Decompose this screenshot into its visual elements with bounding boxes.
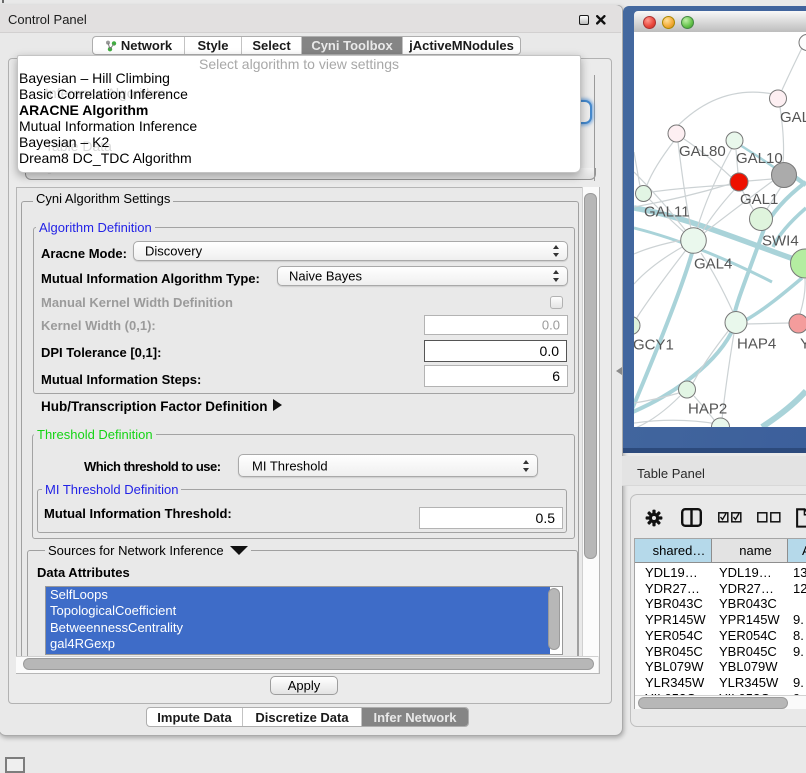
- svg-text:HAP4: HAP4: [737, 336, 776, 353]
- svg-text:GAL4: GAL4: [694, 256, 732, 273]
- svg-text:GAL1: GAL1: [740, 191, 778, 208]
- svg-text:HAP2: HAP2: [688, 401, 727, 418]
- svg-text:GAL10: GAL10: [736, 150, 783, 167]
- svg-text:SWI4: SWI4: [762, 233, 799, 250]
- svg-text:Y: Y: [800, 336, 806, 353]
- svg-text:GCY1: GCY1: [634, 337, 674, 354]
- svg-text:GAL11: GAL11: [644, 204, 690, 221]
- svg-text:GAL7: GAL7: [780, 109, 806, 126]
- svg-text:GAL80: GAL80: [679, 143, 726, 160]
